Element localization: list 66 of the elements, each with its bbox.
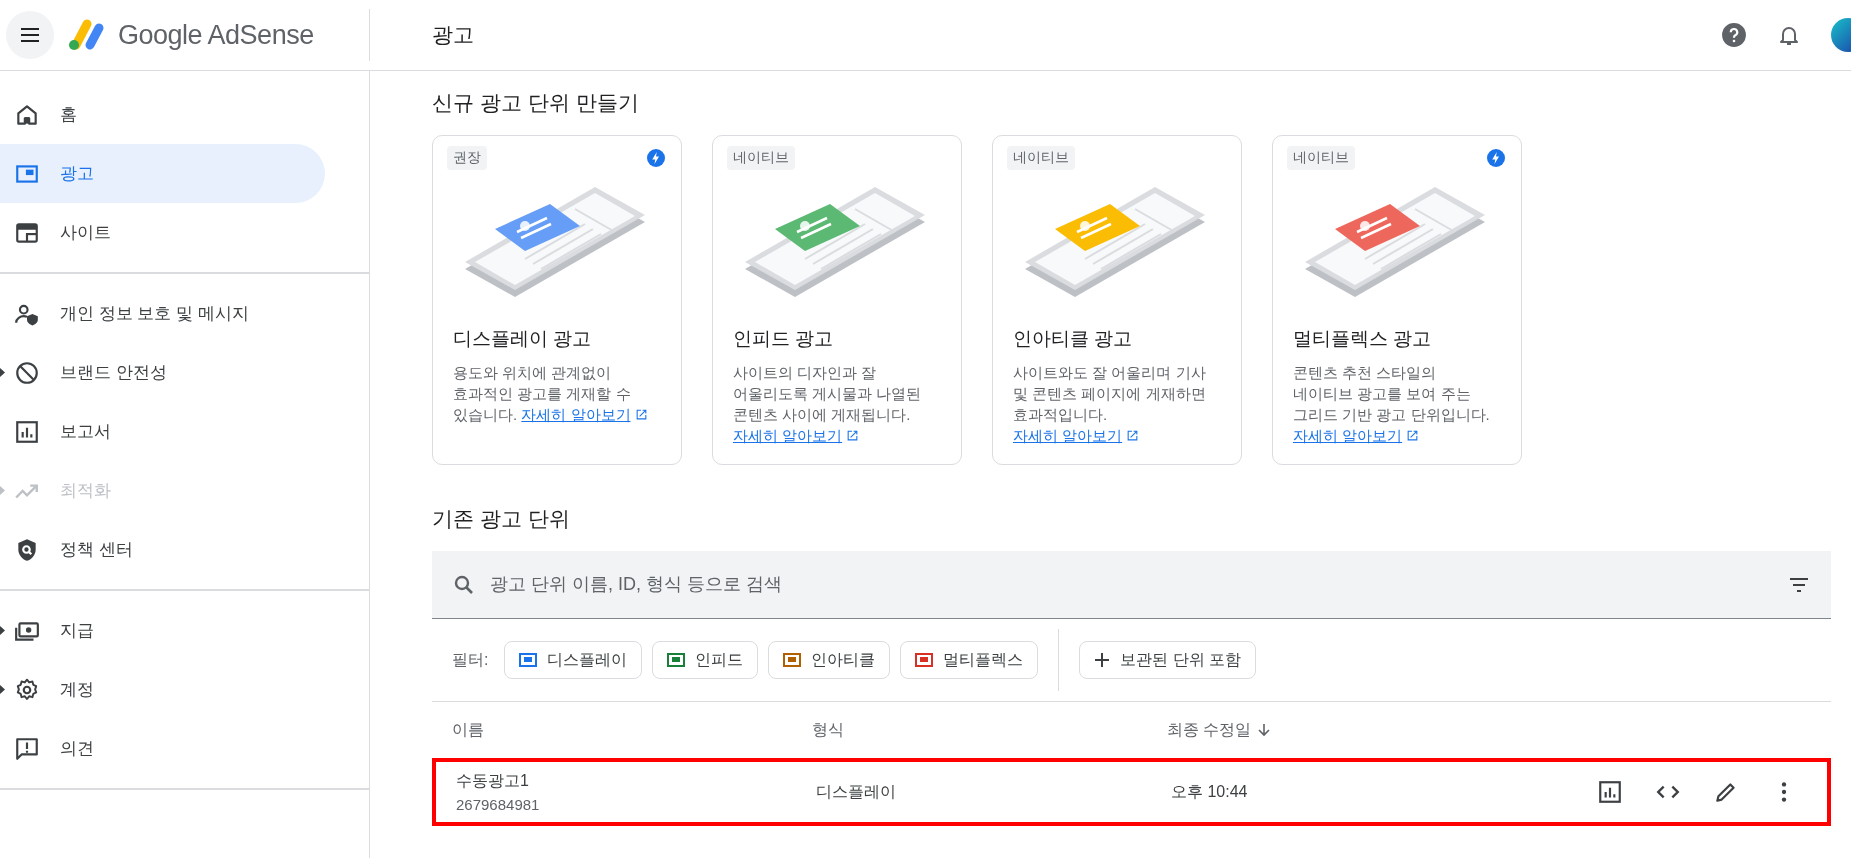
expand-caret-icon[interactable] — [0, 626, 5, 635]
card-description: 용도와 위치에 관계없이 효과적인 광고를 게재할 수 있습니다. 자세히 알아보기 — [453, 362, 659, 425]
learn-more-link[interactable]: 자세히 알아보기 — [1293, 427, 1420, 444]
search-field[interactable]: 광고 단위 이름, ID, 형식 등으로 검색 — [432, 551, 1831, 619]
sidebar-item[interactable]: 개인 정보 보호 및 메시지 — [0, 284, 325, 343]
sidebar-item[interactable]: 홈 — [0, 85, 325, 144]
card-description: 콘텐츠 추천 스타일의 네이티브 광고를 보여 주는 그리드 기반 광고 단위입니다. 자세히 알아보기 — [1293, 363, 1491, 446]
sidebar-item[interactable]: 의견 — [0, 719, 325, 778]
sidebar-item[interactable]: 사이트 — [0, 203, 325, 262]
feedback-icon — [14, 735, 40, 762]
logo-text: Google AdSense — [118, 19, 314, 51]
ad-type-card[interactable]: 네이티브 인아티클 광고 사이트와도 잘 어울리며 기사 및 콘텐츠 페이지에 게재하면 효과적입니다. 자세히 알아보기 — [992, 135, 1242, 465]
card-description: 사이트와도 잘 어울리며 기사 및 콘텐츠 페이지에 게재하면 효과적입니다. 자세히 알아보기 — [1013, 363, 1207, 446]
table-row[interactable]: 수동광고1 2679684981 디스플레이 오후 10:44 — [432, 758, 1831, 826]
filter-chip[interactable]: 인아티클 — [768, 641, 891, 679]
filter-chip[interactable]: 인피드 — [652, 641, 759, 679]
sidebar-item[interactable]: 브랜드 안전성 — [0, 343, 325, 402]
expand-caret-icon[interactable] — [0, 368, 5, 377]
ad-unit-id: 2679684981 — [456, 796, 541, 813]
card-tag: 네이티브 — [1287, 146, 1355, 170]
card-title: 디스플레이 광고 — [453, 327, 593, 351]
menu-button[interactable] — [6, 11, 54, 59]
sidebar-item[interactable]: 보고서 — [0, 402, 325, 461]
column-header[interactable]: 형식 — [812, 719, 1167, 741]
sidebar-item[interactable]: 계정 — [0, 660, 325, 719]
ad-type-card[interactable]: 네이티브 인피드 광고 사이트의 디자인과 잘 어울리도록 게시물과 나열된 콘텐츠 사이에 게재됩니다. 자세히 알아보기 — [712, 135, 962, 465]
table-cell-text: 오후 10:44 — [1171, 781, 1249, 802]
ad-type-card[interactable]: 네이티브 멀티플렉스 광고 콘텐츠 추천 스타일의 네이티브 광고를 보여 주는 그리드 기반 광고 단위입니다. 자세히 알아보기 — [1272, 135, 1522, 465]
external-link-icon — [634, 408, 648, 421]
external-link-icon — [1406, 429, 1420, 442]
column-header[interactable]: 최종 수정일 — [1167, 719, 1252, 741]
sort-down-icon[interactable] — [1257, 723, 1272, 737]
learn-more-link[interactable]: 자세히 알아보기 — [521, 406, 648, 423]
table-cell-text: 디스플레이 — [816, 781, 897, 802]
card-tag: 권장 — [447, 146, 487, 170]
card-tag: 네이티브 — [1007, 146, 1075, 170]
sidebar-item[interactable]: 지급 — [0, 601, 325, 660]
external-link-icon — [846, 429, 860, 442]
bar-chart-icon — [14, 418, 40, 445]
column-header[interactable]: 이름 — [452, 719, 812, 741]
section-title: 기존 광고 단위 — [432, 506, 571, 532]
report-icon[interactable] — [1597, 779, 1623, 805]
learn-more-link[interactable]: 자세히 알아보기 — [1013, 427, 1140, 444]
settings-icon — [14, 676, 40, 703]
card-title: 인피드 광고 — [733, 327, 835, 351]
plus-icon — [1094, 652, 1111, 668]
card-title: 인아티클 광고 — [1013, 327, 1134, 351]
archive-chip[interactable]: 보관된 단위 포함 — [1079, 641, 1257, 679]
logo-icon — [66, 18, 106, 52]
page-title: 광고 — [432, 22, 475, 48]
card-title: 멀티플렉스 광고 — [1293, 327, 1433, 351]
expand-caret-icon[interactable] — [0, 685, 5, 694]
ad-unit-name[interactable]: 수동광고1 — [456, 771, 816, 792]
filter-chip[interactable]: 멀티플렉스 — [900, 641, 1039, 679]
filter-chip[interactable]: 디스플레이 — [504, 641, 643, 679]
block-icon — [14, 359, 40, 386]
sidebar-item[interactable]: 정책 센터 — [0, 520, 325, 579]
ad-type-card[interactable]: 권장 디스플레이 광고 용도와 위치에 관계없이 효과적인 광고를 게재할 수 있습니다. 자세히 알아보기 — [432, 135, 682, 465]
learn-more-link[interactable]: 자세히 알아보기 — [733, 427, 860, 444]
filter-label: 필터: — [452, 649, 489, 670]
help-icon[interactable] — [1721, 22, 1747, 48]
card-description: 사이트의 디자인과 잘 어울리도록 게시물과 나열된 콘텐츠 사이에 게재됩니다. 자세히 알아보기 — [733, 363, 923, 446]
section-title: 신규 광고 단위 만들기 — [432, 90, 640, 116]
card-tag: 네이티브 — [727, 146, 795, 170]
sidebar-item[interactable]: 광고 — [0, 144, 325, 203]
external-link-icon — [1126, 429, 1140, 442]
